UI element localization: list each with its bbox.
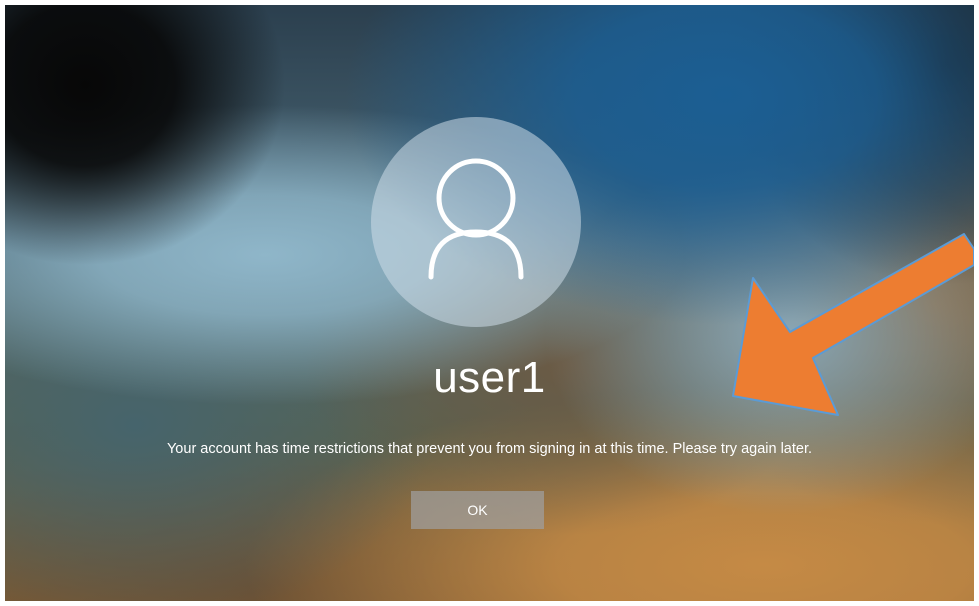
- lock-screen: user1 Your account has time restrictions…: [5, 5, 974, 601]
- orange-arrow-icon: [732, 233, 974, 416]
